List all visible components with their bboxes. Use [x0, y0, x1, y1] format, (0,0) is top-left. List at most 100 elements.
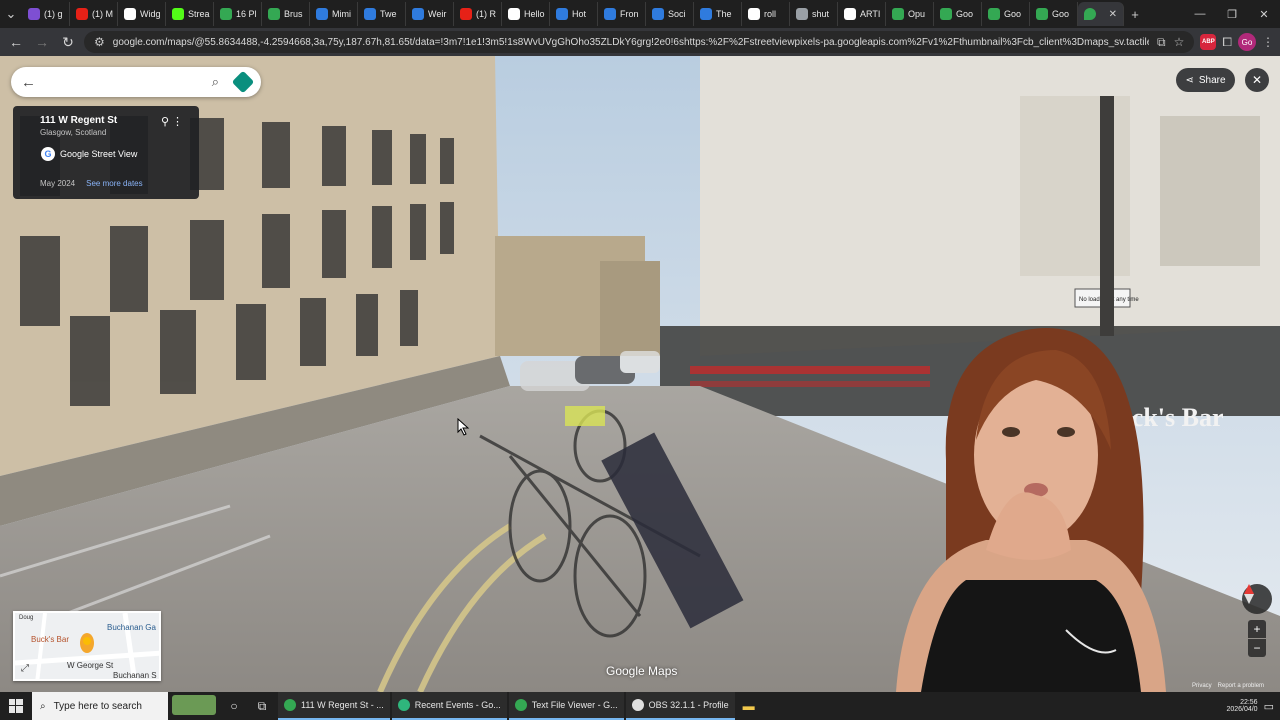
browser-tab[interactable]: Mimi [310, 2, 358, 26]
browser-menu-icon[interactable]: ⋮ [1262, 35, 1274, 49]
tab-favicon-icon [556, 8, 568, 20]
tab-label: shut [812, 9, 830, 19]
browser-tab[interactable]: (1) g [22, 2, 70, 26]
adblock-extension-icon[interactable]: ABP [1200, 34, 1217, 50]
browser-tab[interactable]: Strea [166, 2, 214, 26]
tab-favicon-icon [1036, 8, 1048, 20]
taskbar-app-button[interactable]: Recent Events - Go... [391, 692, 507, 720]
tab-label: Widg [140, 9, 161, 19]
taskbar-app-button[interactable]: OBS 32.1.1 - Profile [625, 692, 735, 720]
search-icon: ⌕ [40, 700, 46, 712]
tab-favicon-icon [364, 8, 376, 20]
minimap[interactable]: Buck's Bar Buchanan Ga W George St Bucha… [13, 611, 161, 681]
close-tab-icon[interactable]: ✕ [1109, 9, 1117, 20]
address-bar[interactable]: ⚙ google.com/maps/@55.8634488,-4.2594668… [84, 31, 1195, 53]
tab-label: Mimi [332, 9, 351, 19]
profile-avatar[interactable]: Go [1238, 33, 1256, 51]
expand-map-icon[interactable]: ⤢ [21, 663, 29, 674]
app-icon [514, 699, 527, 711]
browser-tab[interactable]: ARTI [838, 2, 886, 26]
screen: ⌄ (1) g (1) M Widg Strea 16 Pl Brus Mimi Twe Wei… [0, 0, 1280, 720]
mouse-cursor-icon [457, 418, 470, 436]
tab-favicon-icon [700, 8, 712, 20]
taskbar-search-placeholder: Type here to search [53, 700, 142, 712]
notifications-icon[interactable]: ▭ [1264, 700, 1274, 713]
share-button[interactable]: ⋖ Share [1176, 68, 1235, 92]
browser-tab[interactable]: roll [742, 2, 790, 26]
tab-favicon-icon [652, 8, 664, 20]
capture-date: May 2024 [40, 179, 76, 188]
cortana-icon[interactable]: ○ [220, 699, 248, 713]
share-label: Share [1198, 74, 1226, 86]
browser-tab[interactable]: Goo [934, 2, 982, 26]
tab-favicon-icon [748, 8, 760, 20]
taskbar-app-button[interactable]: 111 W Regent St - ... [278, 692, 390, 720]
see-more-dates-link[interactable]: See more dates [86, 179, 142, 188]
reload-icon[interactable]: ↻ [58, 34, 78, 51]
close-window-button[interactable]: ✕ [1248, 8, 1280, 21]
tab-label: (1) M [92, 9, 113, 19]
browser-tab[interactable]: Soci [646, 2, 694, 26]
clock-time: 22:56 [1240, 699, 1258, 706]
maps-pin-icon [1084, 8, 1096, 20]
back-arrow-icon[interactable]: ← [21, 74, 36, 91]
install-app-icon[interactable]: ⧉ [1157, 35, 1166, 50]
bookmark-star-icon[interactable]: ☆ [1174, 35, 1185, 49]
browser-tab[interactable]: Goo [982, 2, 1030, 26]
tab-favicon-icon [892, 8, 904, 20]
file-explorer-icon[interactable]: ▬ [735, 699, 763, 713]
browser-tab[interactable]: Goo [1030, 2, 1078, 26]
browser-tab[interactable]: Brus [262, 2, 310, 26]
tab-label: roll [764, 9, 777, 19]
capture-date-row: May 2024 See more dates [40, 179, 143, 188]
browser-tab[interactable]: (1) R [454, 2, 502, 26]
browser-tab-bar: ⌄ (1) g (1) M Widg Strea 16 Pl Brus Mimi Twe Wei… [0, 0, 1280, 28]
tab-list: (1) g (1) M Widg Strea 16 Pl Brus Mimi Twe Weir (… [22, 2, 1078, 26]
pin-icon[interactable]: ⚲ [161, 115, 169, 128]
search-highlight-icon[interactable] [168, 694, 220, 718]
browser-tab[interactable]: Opu [886, 2, 934, 26]
site-info-icon[interactable]: ⚙ [94, 35, 105, 49]
tab-active-google-maps[interactable]: ✕ [1078, 2, 1124, 26]
tab-label: ARTI [860, 9, 881, 19]
tab-favicon-icon [412, 8, 424, 20]
browser-tab[interactable]: 16 Pl [214, 2, 262, 26]
browser-tab[interactable]: Fron [598, 2, 646, 26]
window-controls: — ❐ ✕ [1184, 8, 1280, 21]
tab-label: Hello [524, 9, 545, 19]
directions-icon[interactable] [231, 70, 255, 94]
task-view-icon[interactable]: ⧉ [248, 699, 276, 714]
forward-icon[interactable]: → [32, 34, 52, 50]
browser-tab[interactable]: (1) M [70, 2, 118, 26]
browser-tab[interactable]: shut [790, 2, 838, 26]
taskbar-search[interactable]: ⌕ Type here to search [32, 692, 168, 720]
maps-search-box[interactable]: ← ⌕ [11, 67, 261, 97]
close-street-view-button[interactable]: ✕ [1245, 68, 1269, 92]
tab-label: Weir [428, 9, 447, 19]
search-icon[interactable]: ⌕ [212, 74, 219, 90]
minimap-label-buchanan-galleries: Buchanan Ga [107, 623, 156, 632]
browser-tab[interactable]: Weir [406, 2, 454, 26]
tab-favicon-icon [220, 8, 232, 20]
extensions-puzzle-icon[interactable]: ⧠ [1222, 35, 1232, 50]
clock[interactable]: 22:56 2026/04/0 [1226, 699, 1257, 713]
tab-search-icon[interactable]: ⌄ [0, 6, 22, 22]
url-text[interactable]: google.com/maps/@55.8634488,-4.2594668,3… [113, 37, 1149, 48]
new-tab-button[interactable]: + [1124, 7, 1146, 22]
browser-tab[interactable]: Widg [118, 2, 166, 26]
more-options-icon[interactable]: ⋮ [172, 115, 183, 128]
browser-tab[interactable]: Twe [358, 2, 406, 26]
browser-tab[interactable]: The [694, 2, 742, 26]
webcam-overlay [736, 320, 1280, 692]
browser-tab[interactable]: Hello [502, 2, 550, 26]
taskbar-app-button[interactable]: Text File Viewer - G... [508, 692, 624, 720]
back-icon[interactable]: ← [6, 34, 26, 50]
taskbar-apps: 111 W Regent St - ... Recent Events - Go.… [276, 692, 735, 720]
browser-tab[interactable]: Hot [550, 2, 598, 26]
close-icon: ✕ [1251, 73, 1263, 87]
restore-button[interactable]: ❐ [1216, 8, 1248, 21]
browser-toolbar: ← → ↻ ⚙ google.com/maps/@55.8634488,-4.2… [0, 28, 1280, 56]
start-button[interactable] [0, 699, 32, 713]
minimize-button[interactable]: — [1184, 8, 1216, 21]
tab-favicon-icon [460, 8, 472, 20]
